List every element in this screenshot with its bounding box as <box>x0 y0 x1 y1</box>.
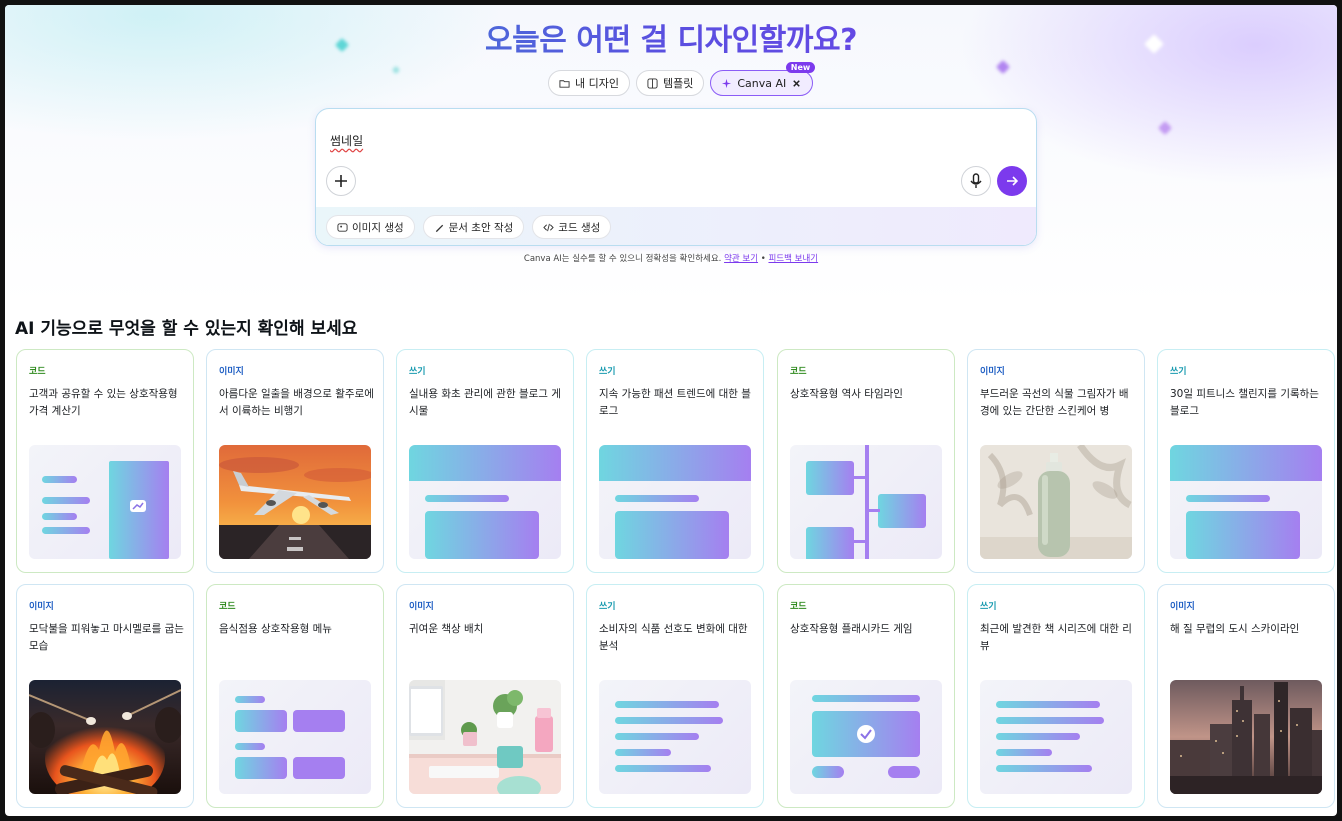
chip-label: 이미지 생성 <box>352 221 404 234</box>
card-description: 모닥불을 피워놓고 마시멜로를 굽는 모습 <box>29 623 184 652</box>
code-icon <box>543 223 555 231</box>
card-description: 해 질 무렵의 도시 스카이라인 <box>1170 623 1300 635</box>
card-description: 부드러운 곡선의 식물 그림자가 배경에 있는 간단한 스킨케어 병 <box>980 388 1129 417</box>
card-category: 쓰기 <box>409 367 426 377</box>
separator-dot: • <box>760 254 766 264</box>
card-price-calculator[interactable]: 코드 고객과 공유할 수 있는 상호작용형 가격 계산기 <box>16 349 194 573</box>
code-preview-thumbnail <box>790 680 942 794</box>
card-restaurant-menu[interactable]: 코드 음식점용 상호작용형 메뉴 <box>206 584 384 808</box>
tab-my-designs[interactable]: 내 디자인 <box>548 70 630 96</box>
chip-label: 문서 초안 작성 <box>448 221 514 234</box>
page-title: 오늘은 어떤 걸 디자인할까요? <box>5 15 1337 59</box>
section-title: AI 기능으로 무엇을 할 수 있는지 확인해 보세요 <box>15 319 358 339</box>
tab-label: Canva AI <box>737 76 787 90</box>
desk-image <box>409 680 561 794</box>
card-description: 소비자의 식품 선호도 변화에 대한 분석 <box>599 623 748 652</box>
document-preview-thumbnail <box>599 445 751 559</box>
document-preview-thumbnail <box>1170 445 1322 559</box>
prompt-box: 썸네일 이미지 생성 문서 초안 작성 코드 생성 <box>315 108 1037 246</box>
skyline-image <box>1170 680 1322 794</box>
card-category: 이미지 <box>980 367 1005 377</box>
sparkle-decoration <box>995 59 1011 75</box>
card-campfire-marshmallow[interactable]: 이미지 모닥불을 피워놓고 마시멜로를 굽는 모습 <box>16 584 194 808</box>
tab-label: 템플릿 <box>662 77 694 90</box>
document-preview-thumbnail <box>409 445 561 559</box>
card-history-timeline[interactable]: 코드 상호작용형 역사 타임라인 <box>777 349 955 573</box>
card-description: 30일 피트니스 챌린지를 기록하는 블로그 <box>1170 388 1319 417</box>
card-category: 코드 <box>790 367 807 377</box>
add-button[interactable] <box>326 166 356 196</box>
generate-code-chip[interactable]: 코드 생성 <box>532 215 612 239</box>
draft-document-chip[interactable]: 문서 초안 작성 <box>422 215 525 239</box>
card-description: 지속 가능한 패션 트렌드에 대한 블로그 <box>599 388 751 417</box>
arrow-right-icon <box>1007 176 1019 186</box>
card-city-skyline[interactable]: 이미지 해 질 무렵의 도시 스카이라인 <box>1157 584 1335 808</box>
feedback-link[interactable]: 피드백 보내기 <box>768 254 818 264</box>
card-description: 음식점용 상호작용형 메뉴 <box>219 623 332 635</box>
tab-label: 내 디자인 <box>575 77 619 90</box>
card-fitness-blog[interactable]: 쓰기 30일 피트니스 챌린지를 기록하는 블로그 <box>1157 349 1335 573</box>
prompt-input[interactable]: 썸네일 <box>330 132 363 149</box>
canva-ai-page: 오늘은 어떤 걸 디자인할까요? 내 디자인 템플릿 Canva AI New … <box>5 5 1337 816</box>
card-description: 아름다운 일출을 배경으로 활주로에서 이륙하는 비행기 <box>219 388 374 417</box>
card-description: 고객과 공유할 수 있는 상호작용형 가격 계산기 <box>29 388 178 417</box>
airplane-image <box>219 445 371 559</box>
card-category: 코드 <box>790 602 807 612</box>
card-skincare-bottle[interactable]: 이미지 부드러운 곡선의 식물 그림자가 배경에 있는 간단한 스킨케어 병 <box>967 349 1145 573</box>
close-icon[interactable] <box>791 78 802 89</box>
card-category: 이미지 <box>409 602 434 612</box>
image-icon <box>337 222 348 232</box>
microphone-icon <box>970 173 982 188</box>
generate-image-chip[interactable]: 이미지 생성 <box>326 215 415 239</box>
prompt-suggestions: 이미지 생성 문서 초안 작성 코드 생성 <box>316 207 1036 245</box>
card-category: 쓰기 <box>599 602 616 612</box>
folder-icon <box>559 79 570 88</box>
document-preview-thumbnail <box>599 680 751 794</box>
card-food-preference-analysis[interactable]: 쓰기 소비자의 식품 선호도 변화에 대한 분석 <box>586 584 764 808</box>
card-description: 상호작용형 플래시카드 게임 <box>790 623 913 635</box>
template-icon <box>647 77 658 89</box>
card-cute-desk[interactable]: 이미지 귀여운 책상 배치 <box>396 584 574 808</box>
code-preview-thumbnail <box>29 445 181 559</box>
card-category: 쓰기 <box>980 602 997 612</box>
campfire-image <box>29 680 181 794</box>
card-category: 이미지 <box>1170 602 1195 612</box>
card-category: 쓰기 <box>599 367 616 377</box>
sparkle-decoration <box>391 65 401 75</box>
document-preview-thumbnail <box>980 680 1132 794</box>
card-description: 귀여운 책상 배치 <box>409 623 484 635</box>
disclaimer-text: Canva AI는 실수를 할 수 있으니 정확성을 확인하세요. <box>523 254 722 264</box>
send-button[interactable] <box>997 166 1027 196</box>
pen-icon <box>435 224 443 232</box>
sparkle-icon <box>722 78 732 88</box>
card-category: 코드 <box>219 602 236 612</box>
skincare-image <box>980 445 1132 559</box>
terms-link[interactable]: 약관 보기 <box>724 254 758 264</box>
card-category: 이미지 <box>29 602 54 612</box>
card-description: 상호작용형 역사 타임라인 <box>790 388 903 400</box>
card-book-series-review[interactable]: 쓰기 최근에 발견한 책 시리즈에 대한 리뷰 <box>967 584 1145 808</box>
new-badge: New <box>785 62 816 73</box>
plus-icon <box>335 175 347 187</box>
card-fashion-blog[interactable]: 쓰기 지속 가능한 패션 트렌드에 대한 블로그 <box>586 349 764 573</box>
mode-tabs: 내 디자인 템플릿 Canva AI New <box>548 62 816 96</box>
card-category: 코드 <box>29 367 46 377</box>
card-flashcard-game[interactable]: 코드 상호작용형 플래시카드 게임 <box>777 584 955 808</box>
ai-disclaimer: Canva AI는 실수를 할 수 있으니 정확성을 확인하세요. 약관 보기 … <box>5 252 1337 264</box>
card-description: 실내용 화초 관리에 관한 블로그 게시물 <box>409 388 561 417</box>
code-preview-thumbnail <box>790 445 942 559</box>
chip-label: 코드 생성 <box>558 221 601 234</box>
tab-templates[interactable]: 템플릿 <box>635 70 705 96</box>
tab-canva-ai[interactable]: Canva AI New <box>710 62 816 96</box>
card-airplane-sunrise[interactable]: 이미지 아름다운 일출을 배경으로 활주로에서 이륙하는 비행기 <box>206 349 384 573</box>
card-category: 이미지 <box>219 367 244 377</box>
sparkle-decoration <box>1157 120 1173 136</box>
card-description: 최근에 발견한 책 시리즈에 대한 리뷰 <box>980 623 1132 652</box>
code-preview-thumbnail <box>219 680 371 794</box>
card-houseplant-blog[interactable]: 쓰기 실내용 화초 관리에 관한 블로그 게시물 <box>396 349 574 573</box>
card-category: 쓰기 <box>1170 367 1187 377</box>
voice-input-button[interactable] <box>961 166 991 196</box>
